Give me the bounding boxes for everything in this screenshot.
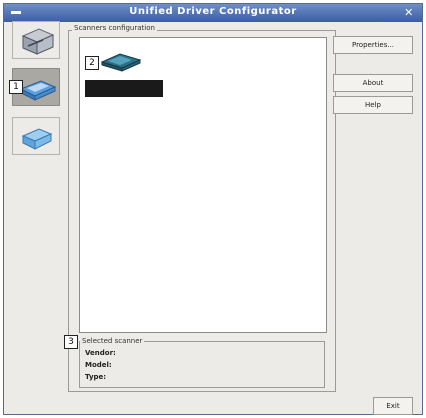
port-icon <box>21 128 53 150</box>
scanner-device-icon[interactable] <box>98 50 146 72</box>
type-label: Type: <box>85 373 107 381</box>
callout-3: 3 <box>64 335 78 349</box>
properties-button[interactable]: Properties... <box>333 36 413 54</box>
callout-2: 2 <box>85 56 99 70</box>
selected-scanner-label: Selected scanner <box>80 337 145 345</box>
model-label: Model: <box>85 361 112 369</box>
printer-icon <box>21 28 55 55</box>
about-button[interactable]: About <box>333 74 413 92</box>
help-button[interactable]: Help <box>333 96 413 114</box>
exit-button[interactable]: Exit <box>373 397 413 415</box>
callout-1: 1 <box>9 80 23 94</box>
sidebar-item-ports[interactable] <box>12 117 60 155</box>
close-icon[interactable]: ✕ <box>402 6 416 19</box>
sidebar-item-printers[interactable] <box>12 21 60 59</box>
window-title: Unified Driver Configurator <box>129 6 297 17</box>
scanner-list-item-selected[interactable] <box>85 80 163 97</box>
scanners-configuration-label: Scanners configuration <box>72 24 157 32</box>
title-bar: Unified Driver Configurator ✕ <box>4 4 422 22</box>
vendor-label: Vendor: <box>85 349 116 357</box>
